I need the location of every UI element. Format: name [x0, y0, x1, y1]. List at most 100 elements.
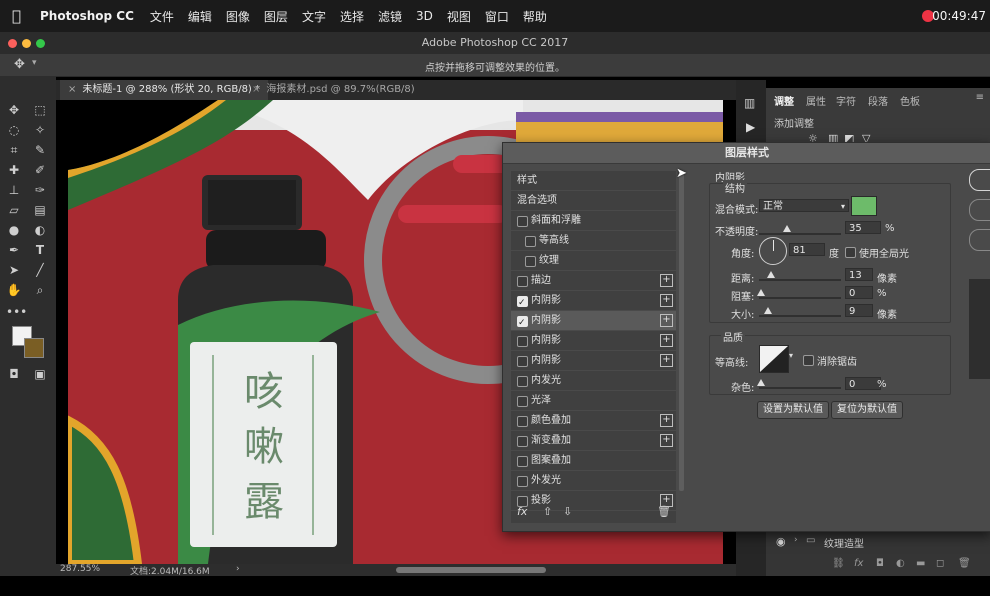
menu-layer[interactable]: 图层	[264, 8, 288, 25]
style-item-checkbox[interactable]	[517, 314, 528, 333]
gradient-icon[interactable]: ▤	[32, 202, 48, 218]
style-item[interactable]: 描边 +	[511, 271, 676, 291]
style-item[interactable]: 颜色叠加 +	[511, 411, 676, 431]
add-effect-icon[interactable]: +	[660, 294, 673, 307]
menu-view[interactable]: 视图	[447, 8, 471, 25]
style-item[interactable]: 斜面和浮雕	[511, 211, 676, 231]
lasso-icon[interactable]: ◌	[6, 122, 22, 138]
tab-poster[interactable]: × 海报素材.psd @ 89.7%(RGB/8)	[244, 80, 423, 100]
contour-picker[interactable]	[759, 345, 789, 373]
add-effect-icon[interactable]: +	[660, 314, 673, 327]
more-tools-icon[interactable]: •••	[6, 304, 27, 320]
crop-icon[interactable]: ⌗	[6, 142, 22, 158]
menu-file[interactable]: 文件	[150, 8, 174, 25]
stamp-icon[interactable]: ⊥	[6, 182, 22, 198]
apple-icon[interactable]: 	[12, 8, 28, 24]
choke-slider[interactable]	[759, 297, 841, 299]
style-item-checkbox[interactable]	[517, 276, 528, 287]
style-item-checkbox[interactable]	[517, 436, 528, 447]
status-arrow-icon[interactable]: ›	[236, 564, 240, 574]
quick-mask-icon[interactable]: ◘	[6, 366, 22, 382]
menu-3d[interactable]: 3D	[416, 9, 433, 23]
hand-icon[interactable]: ✋	[6, 282, 22, 298]
pen-icon[interactable]: ✒	[6, 242, 22, 258]
style-item-checkbox[interactable]	[525, 256, 536, 267]
tab-adjustments[interactable]: 调整	[774, 93, 794, 108]
style-item-checkbox[interactable]	[517, 476, 528, 487]
new-style-button[interactable]	[969, 229, 990, 251]
contour-chevron-icon[interactable]: ▾	[789, 351, 793, 360]
zoom-icon[interactable]: ⌕	[32, 282, 48, 298]
style-item[interactable]: 图案叠加	[511, 451, 676, 471]
panel-menu-icon[interactable]: ≡	[976, 92, 984, 103]
ok-button[interactable]	[969, 169, 990, 191]
list-scrollbar[interactable]	[679, 171, 684, 491]
style-item[interactable]: 光泽	[511, 391, 676, 411]
path-select-icon[interactable]: ➤	[6, 262, 22, 278]
distance-input[interactable]: 13	[845, 268, 873, 281]
style-item[interactable]: 纹理	[511, 251, 676, 271]
move-down-icon[interactable]: ⇩	[563, 505, 572, 518]
fx-icon[interactable]: fx	[854, 558, 863, 569]
choke-input[interactable]: 0	[845, 286, 873, 299]
distance-slider-knob[interactable]	[767, 271, 775, 278]
reset-default-button[interactable]: 复位为默认值	[831, 401, 903, 419]
menu-filter[interactable]: 滤镜	[378, 8, 402, 25]
history-brush-icon[interactable]: ✑	[32, 182, 48, 198]
add-effect-icon[interactable]: +	[660, 274, 673, 287]
blur-icon[interactable]: ●	[6, 222, 22, 238]
app-name[interactable]: Photoshop CC	[40, 9, 134, 23]
zoom-level[interactable]: 287.55%	[60, 564, 100, 574]
tab-untitled[interactable]: × 未标题-1 @ 288% (形状 20, RGB/8) *	[60, 80, 269, 100]
tab-paragraph[interactable]: 段落	[868, 93, 888, 108]
size-slider[interactable]	[759, 315, 841, 317]
style-item[interactable]: 内阴影 +	[511, 351, 676, 371]
opacity-slider[interactable]	[759, 233, 841, 235]
menu-type[interactable]: 文字	[302, 8, 326, 25]
background-color-swatch[interactable]	[24, 338, 44, 358]
menu-help[interactable]: 帮助	[523, 8, 547, 25]
eye-icon[interactable]: ◉	[776, 535, 786, 548]
shadow-color-swatch[interactable]	[851, 196, 877, 216]
trash-icon[interactable]: 🗑	[958, 558, 971, 569]
opacity-input[interactable]: 35	[845, 221, 881, 234]
style-item-checkbox[interactable]	[517, 216, 528, 227]
style-item-checkbox[interactable]	[517, 376, 528, 387]
tab-swatches[interactable]: 色板	[900, 93, 920, 108]
type-icon[interactable]: T	[32, 242, 48, 258]
cancel-button[interactable]	[969, 199, 990, 221]
delete-effect-icon[interactable]: 🗑	[657, 505, 671, 518]
style-item-checkbox[interactable]	[517, 294, 528, 313]
layer-group-name[interactable]: 纹理造型	[824, 535, 864, 550]
style-item-checkbox[interactable]	[517, 416, 528, 427]
style-item-checkbox[interactable]	[517, 396, 528, 407]
global-light-checkbox[interactable]	[845, 247, 856, 258]
angle-input[interactable]: 81	[789, 243, 825, 256]
add-effect-icon[interactable]: +	[660, 334, 673, 347]
style-list-header[interactable]: 样式	[511, 171, 676, 191]
size-input[interactable]: 9	[845, 304, 873, 317]
tab-properties[interactable]: 属性	[806, 93, 826, 108]
move-up-icon[interactable]: ⇧	[543, 505, 552, 518]
style-item-checkbox[interactable]	[525, 236, 536, 247]
menu-window[interactable]: 窗口	[485, 8, 509, 25]
style-item[interactable]: 内阴影 +	[511, 291, 676, 313]
add-effect-icon[interactable]: +	[660, 414, 673, 427]
close-tab-icon[interactable]: ×	[68, 84, 76, 95]
menu-edit[interactable]: 编辑	[188, 8, 212, 25]
style-item[interactable]: 外发光	[511, 471, 676, 491]
style-item[interactable]: 等高线	[511, 231, 676, 251]
move-icon[interactable]: ✥	[6, 102, 22, 118]
eraser-icon[interactable]: ▱	[6, 202, 22, 218]
marquee-icon[interactable]: ⬚	[32, 102, 48, 118]
brush-icon[interactable]: ✐	[32, 162, 48, 178]
mask-icon[interactable]: ◘	[876, 558, 884, 569]
adjustment-layer-icon[interactable]: ◐	[896, 558, 905, 569]
line-icon[interactable]: ╱	[32, 262, 48, 278]
fx-menu-icon[interactable]: fx	[517, 505, 527, 518]
style-item[interactable]: 内阴影 +	[511, 311, 676, 333]
distance-slider[interactable]	[759, 279, 841, 281]
noise-input[interactable]: 0	[845, 377, 881, 390]
style-item-checkbox[interactable]	[517, 356, 528, 367]
set-default-button[interactable]: 设置为默认值	[757, 401, 829, 419]
